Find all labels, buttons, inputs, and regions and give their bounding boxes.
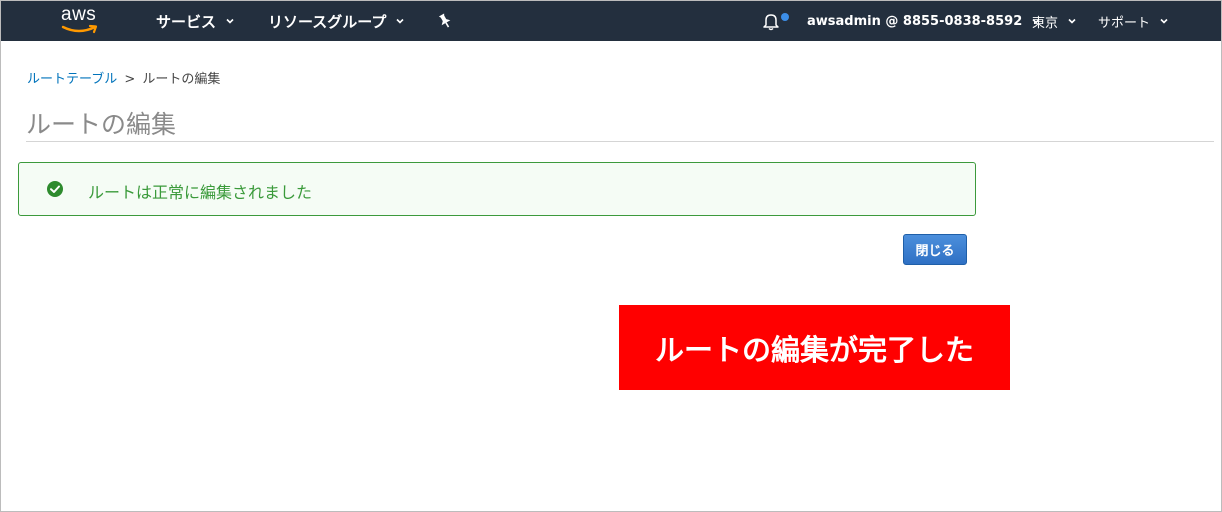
caret-down-icon <box>396 18 404 24</box>
resource-groups-menu[interactable]: リソースグループ <box>268 1 405 41</box>
region-menu[interactable]: 東京 <box>1032 1 1077 41</box>
check-circle-icon <box>47 181 63 197</box>
success-message: ルートは正常に編集されました <box>88 183 313 202</box>
account-menu-label: awsadmin @ 8855-0838-8592 <box>807 13 1023 29</box>
success-alert: ルートは正常に編集されました <box>18 162 976 216</box>
support-menu[interactable]: サポート <box>1098 1 1169 41</box>
aws-logo-text: aws <box>61 4 97 25</box>
breadcrumb: ルートテーブル > ルートの編集 <box>27 68 220 87</box>
services-menu[interactable]: サービス <box>156 1 235 41</box>
close-button[interactable]: 閉じる <box>903 234 967 265</box>
page-title: ルートの編集 <box>26 110 177 139</box>
breadcrumb-current: ルートの編集 <box>142 72 221 87</box>
resource-groups-menu-label: リソースグループ <box>268 12 387 31</box>
caret-down-icon <box>226 18 234 24</box>
breadcrumb-link-route-tables[interactable]: ルートテーブル <box>27 72 117 87</box>
region-menu-label: 東京 <box>1032 15 1059 31</box>
pin-icon[interactable] <box>437 13 453 29</box>
caret-down-icon <box>1160 18 1168 24</box>
services-menu-label: サービス <box>156 12 217 31</box>
notification-dot <box>781 13 789 21</box>
account-menu[interactable]: awsadmin @ 8855-0838-8592 <box>807 1 1041 41</box>
support-menu-label: サポート <box>1098 15 1151 31</box>
top-navigation-bar: aws サービス リソースグループ awsadmin @ 8855-0838-8… <box>1 1 1221 41</box>
aws-logo[interactable]: aws <box>59 4 109 38</box>
breadcrumb-separator: > <box>124 72 136 87</box>
caret-down-icon <box>1068 18 1076 24</box>
title-divider <box>26 141 1214 142</box>
bell-icon[interactable] <box>761 11 781 31</box>
annotation-callout: ルートの編集が完了した <box>619 305 1010 390</box>
aws-smile-icon <box>61 24 98 34</box>
